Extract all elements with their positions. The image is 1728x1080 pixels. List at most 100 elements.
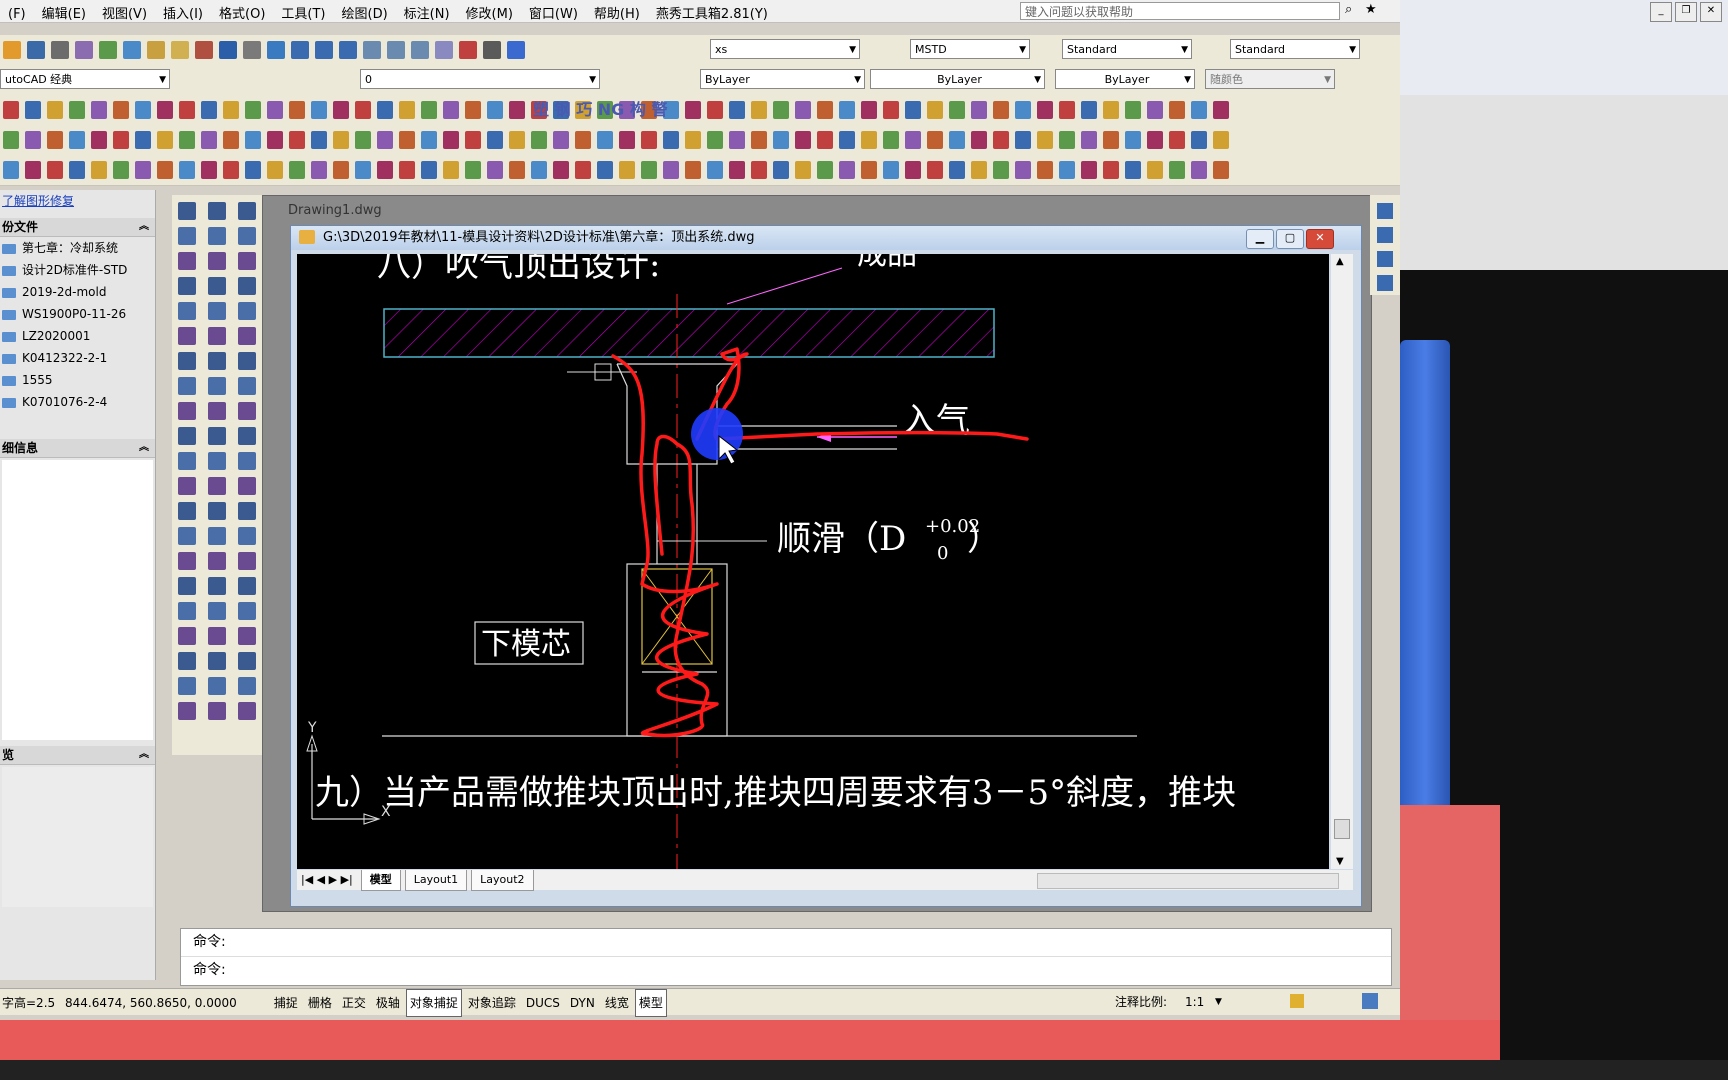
plugin-tool-icon[interactable]	[201, 131, 217, 149]
plugin-tool-icon[interactable]	[267, 131, 283, 149]
workspace-combo[interactable]: utoCAD 经典 ▼	[0, 69, 170, 89]
plugin-tool-icon[interactable]	[91, 131, 107, 149]
plugin-tool-icon[interactable]	[861, 161, 877, 179]
plugin-tool-icon[interactable]	[993, 161, 1009, 179]
backup-file-item[interactable]: 第七章：冷却系统	[0, 237, 155, 259]
draw-tool-icon[interactable]	[208, 277, 226, 295]
plugin-tool-icon[interactable]	[377, 161, 393, 179]
plugin-tool-icon[interactable]	[1191, 131, 1207, 149]
plugin-tool-icon[interactable]	[641, 131, 657, 149]
draw-tool-icon[interactable]	[178, 452, 196, 470]
draw-tool-icon[interactable]	[208, 627, 226, 645]
plugin-tool-icon[interactable]	[465, 131, 481, 149]
plugin-tool-icon[interactable]	[619, 161, 635, 179]
match-icon[interactable]	[195, 41, 213, 59]
maximize-icon[interactable]: ▢	[1276, 229, 1304, 249]
plugin-tool-icon[interactable]	[443, 131, 459, 149]
plugin-tool-icon[interactable]	[1015, 101, 1031, 119]
command-input[interactable]: 命令:	[181, 957, 1391, 984]
plugin-tool-icon[interactable]	[751, 131, 767, 149]
plugin-tool-icon[interactable]	[773, 101, 789, 119]
draw-tool-icon[interactable]	[208, 452, 226, 470]
draw-tool-icon[interactable]	[178, 477, 196, 495]
plugin-tool-icon[interactable]	[91, 161, 107, 179]
draw-tool-icon[interactable]	[178, 577, 196, 595]
zoom-window-icon[interactable]	[315, 41, 333, 59]
coordinates-readout[interactable]: 844.6474, 560.8650, 0.0000	[65, 990, 265, 1016]
tool-plastic[interactable]: 塑	[533, 100, 549, 119]
plugin-tool-icon[interactable]	[597, 161, 613, 179]
draw-tool-icon[interactable]	[238, 502, 256, 520]
draw-tool-icon[interactable]	[178, 252, 196, 270]
plugin-tool-icon[interactable]	[861, 101, 877, 119]
plugin-tool-icon[interactable]	[113, 101, 129, 119]
plugin-tool-icon[interactable]	[509, 131, 525, 149]
draw-tool-icon[interactable]	[208, 652, 226, 670]
plugin-tool-icon[interactable]	[883, 101, 899, 119]
plugin-tool-icon[interactable]	[399, 101, 415, 119]
plugin-tool-icon[interactable]	[267, 161, 283, 179]
status-toggle-5[interactable]: 对象追踪	[464, 989, 520, 1017]
menu-dimension[interactable]: 标注(N)	[396, 0, 458, 25]
plugin-tool-icon[interactable]	[883, 161, 899, 179]
plugin-tool-icon[interactable]	[509, 161, 525, 179]
plugin-tool-icon[interactable]	[25, 161, 41, 179]
plugin-tool-icon[interactable]	[927, 101, 943, 119]
design-center-icon[interactable]	[387, 41, 405, 59]
plugin-tool-icon[interactable]	[201, 161, 217, 179]
plugin-tool-icon[interactable]	[25, 101, 41, 119]
plugin-tool-icon[interactable]	[795, 161, 811, 179]
draw-tool-icon[interactable]	[208, 402, 226, 420]
menu-insert[interactable]: 插入(I)	[155, 0, 211, 25]
plugin-tool-icon[interactable]	[399, 131, 415, 149]
plugin-tool-icon[interactable]	[399, 161, 415, 179]
plugin-tool-icon[interactable]	[1103, 131, 1119, 149]
plugin-tool-icon[interactable]	[3, 101, 19, 119]
plugin-tool-icon[interactable]	[575, 131, 591, 149]
zoom-icon[interactable]	[291, 41, 309, 59]
plugin-tool-icon[interactable]	[729, 101, 745, 119]
drawing-canvas[interactable]: 八）吹气顶出设计: 成品 入气 顺滑（D +0.02 0 ） 下模芯 Y X 九…	[297, 254, 1329, 869]
section-preview[interactable]: 览 ︽	[0, 746, 155, 765]
tool-warn[interactable]: 警	[651, 100, 667, 119]
plugin-tool-icon[interactable]	[839, 161, 855, 179]
plugin-tool-icon[interactable]	[311, 131, 327, 149]
minimize-icon[interactable]: ▁	[1246, 229, 1274, 249]
plugin-tool-icon[interactable]	[223, 131, 239, 149]
sheet-set-icon[interactable]	[435, 41, 453, 59]
plugin-tool-icon[interactable]	[47, 101, 63, 119]
zoom-previous-icon[interactable]	[339, 41, 357, 59]
drawing1-window-title[interactable]: Drawing1.dwg	[268, 200, 468, 222]
recovery-link[interactable]: 了解图形修复	[0, 190, 155, 212]
status-toggle-4[interactable]: 对象捕捉	[405, 989, 462, 1017]
plugin-tool-icon[interactable]	[157, 131, 173, 149]
draw-tool-icon[interactable]	[238, 577, 256, 595]
draw-tool-icon[interactable]	[238, 602, 256, 620]
save-icon[interactable]	[27, 41, 45, 59]
plugin-tool-icon[interactable]	[839, 131, 855, 149]
search-icon[interactable]: ⌕	[1345, 2, 1352, 17]
draw-tool-icon[interactable]	[208, 677, 226, 695]
backup-file-item[interactable]: LZ2020001	[0, 325, 155, 347]
vertical-scrollbar[interactable]: ▲ ▼	[1331, 254, 1353, 869]
menu-file[interactable]: (F)	[0, 4, 34, 25]
draw-tool-icon[interactable]	[238, 652, 256, 670]
plugin-tool-icon[interactable]	[1103, 101, 1119, 119]
plugin-tool-icon[interactable]	[883, 131, 899, 149]
tab-layout2[interactable]: Layout2	[471, 870, 534, 891]
menu-tools[interactable]: 工具(T)	[273, 0, 333, 25]
plugin-tool-icon[interactable]	[1037, 101, 1053, 119]
plugin-tool-icon[interactable]	[47, 161, 63, 179]
plugin-tool-icon[interactable]	[641, 161, 657, 179]
draw-tool-icon[interactable]	[208, 602, 226, 620]
backup-file-item[interactable]: WS1900P0-11-26	[0, 303, 155, 325]
plugin-tool-icon[interactable]	[135, 101, 151, 119]
draw-tool-icon[interactable]	[208, 352, 226, 370]
plugin-tool-icon[interactable]	[707, 101, 723, 119]
multileader-style-combo[interactable]: Standard ▼	[1230, 39, 1360, 59]
plugin-tool-icon[interactable]	[267, 101, 283, 119]
plugin-tool-icon[interactable]	[1191, 161, 1207, 179]
pan-icon[interactable]	[267, 41, 285, 59]
status-toggle-8[interactable]: 线宽	[601, 989, 633, 1017]
plugin-tool-icon[interactable]	[861, 131, 877, 149]
